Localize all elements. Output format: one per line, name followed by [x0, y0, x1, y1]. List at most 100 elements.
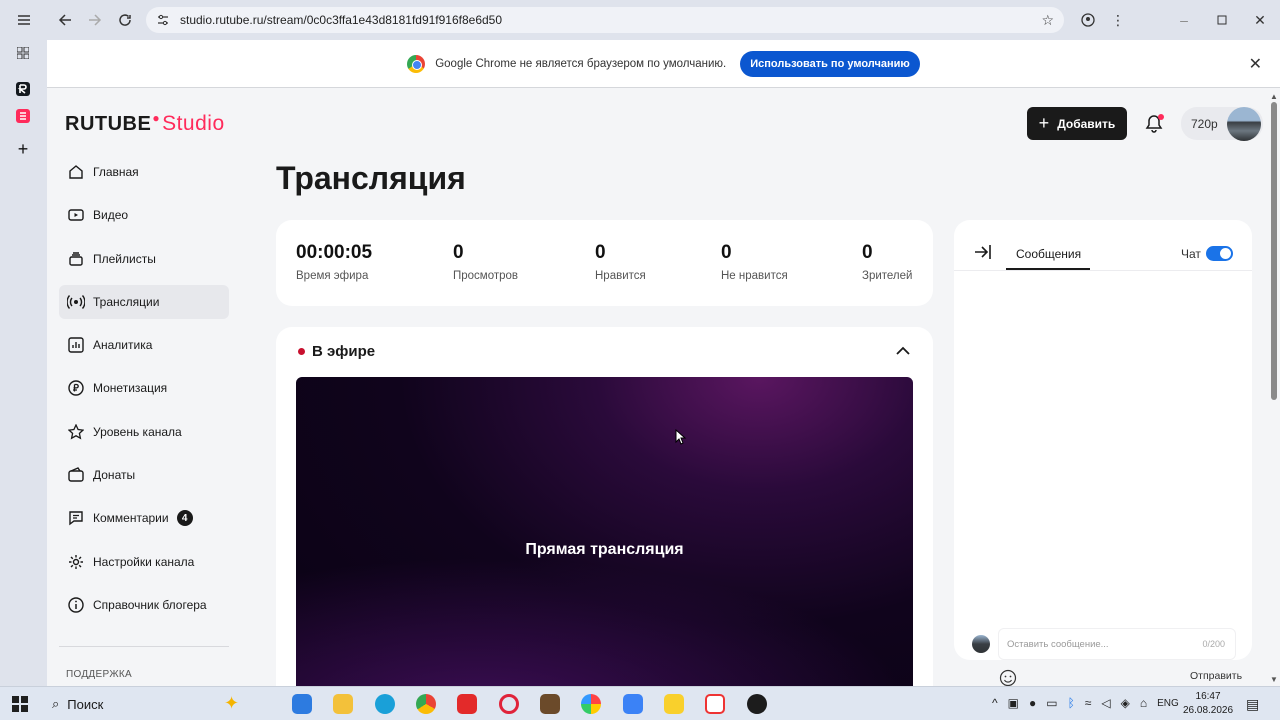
emoji-icon[interactable]	[998, 668, 1018, 686]
scroll-down-arrow-icon[interactable]: ▼	[1270, 675, 1278, 684]
site-settings-icon[interactable]	[154, 11, 172, 29]
volume-icon[interactable]: ◁	[1101, 696, 1110, 710]
stat-value: 0	[453, 242, 464, 263]
message-input-placeholder: Оставить сообщение...	[1007, 639, 1109, 650]
url-text[interactable]: studio.rutube.ru/stream/0c0c3ffa1e43d818…	[180, 13, 502, 27]
collapse-panel-icon[interactable]	[974, 244, 992, 260]
taskbar-clock[interactable]: 16:47 26.08.2026	[1183, 690, 1233, 718]
page: Google Chrome не является браузером по у…	[47, 40, 1280, 686]
stat-value: 00:00:05	[296, 242, 373, 263]
sidebar-item-monetization[interactable]: Монетизация	[59, 371, 229, 405]
bluetooth-icon[interactable]: ᛒ	[1068, 696, 1075, 710]
forward-icon[interactable]	[83, 8, 107, 32]
support-heading: ПОДДЕРЖКА	[66, 669, 132, 680]
add-button[interactable]: + Добавить	[1027, 107, 1127, 140]
copilot-sparkle-icon[interactable]: ✦	[224, 693, 239, 714]
edge-app-icon[interactable]	[375, 694, 395, 714]
live-heading: В эфире	[312, 343, 376, 360]
chat-header-divider	[954, 270, 1252, 271]
outlook-app-icon[interactable]	[292, 694, 312, 714]
sidebar-item-analytics[interactable]: Аналитика	[59, 328, 229, 362]
page-scrollbar[interactable]: ▲ ▼	[1268, 88, 1280, 686]
apps-grid-icon[interactable]	[12, 42, 34, 64]
tray-chevron-up-icon[interactable]: ^	[992, 696, 998, 710]
notifications-bell-icon[interactable]	[1143, 112, 1165, 136]
stat-label: Просмотров	[453, 270, 519, 282]
notification-center-icon[interactable]: ▤	[1246, 696, 1259, 713]
stat-views: 0 Просмотров	[453, 242, 518, 282]
sidebar-item-channel-level[interactable]: Уровень канала	[59, 415, 229, 449]
store-app-icon[interactable]	[623, 694, 643, 714]
reload-icon[interactable]	[113, 8, 137, 32]
sidebar-item-donations[interactable]: Донаты	[59, 458, 229, 492]
chat-toggle[interactable]	[1206, 246, 1233, 261]
profile-icon[interactable]	[1076, 8, 1100, 32]
chrome-app-icon[interactable]	[416, 694, 436, 714]
search-icon: ⌕	[52, 696, 60, 711]
windows-start-icon[interactable]	[12, 696, 28, 712]
rutube-app-icon[interactable]	[12, 78, 34, 100]
sidebar-item-blogger-guide[interactable]: Справочник блогера	[59, 588, 229, 622]
chat-panel: Сообщения Чат Оставить сообщение... 0/20…	[954, 220, 1252, 660]
chevron-up-icon[interactable]	[895, 345, 911, 357]
tab-list-icon[interactable]	[12, 8, 36, 32]
video-player[interactable]: Прямая трансляция	[296, 377, 913, 686]
char-counter: 0/200	[1202, 639, 1225, 649]
address-bar[interactable]: studio.rutube.ru/stream/0c0c3ffa1e43d818…	[146, 7, 1064, 33]
sidebar-item-home[interactable]: Главная	[59, 155, 229, 189]
back-icon[interactable]	[53, 8, 77, 32]
scroll-thumb[interactable]	[1271, 102, 1277, 400]
color-app-icon[interactable]	[581, 694, 601, 714]
sidebar-item-label: Комментарии	[93, 511, 169, 526]
battery-icon[interactable]: ▭	[1046, 696, 1057, 710]
network-icon[interactable]: ⌂	[1140, 696, 1147, 710]
system-tray: ^ ▣ ● ▭ ᛒ ≈ ◁ ◈ ⌂ ENG	[992, 696, 1179, 710]
message-input[interactable]: Оставить сообщение... 0/200	[998, 628, 1236, 660]
tray-app-icon[interactable]: ▣	[1008, 696, 1019, 710]
sidebar-item-channel-settings[interactable]: Настройки канала	[59, 545, 229, 579]
language-indicator[interactable]: ENG	[1157, 698, 1179, 709]
taskbar-search[interactable]: ⌕ Поиск	[52, 696, 103, 712]
microphone-icon[interactable]: ●	[1029, 696, 1036, 710]
sidebar-item-label: Донаты	[93, 468, 136, 483]
notification-dot	[1158, 114, 1164, 120]
trading-app-icon[interactable]	[664, 694, 684, 714]
set-default-button[interactable]: Использовать по умолчанию	[740, 50, 920, 77]
player-label: Прямая трансляция	[525, 541, 684, 558]
rutube-studio-app-icon[interactable]	[12, 105, 34, 127]
logo-brand: RUTUBE	[65, 113, 152, 135]
obs-app-icon[interactable]	[747, 694, 767, 714]
sidebar-item-label: Главная	[93, 165, 139, 179]
add-app-icon[interactable]: +	[12, 138, 34, 160]
comment-icon	[67, 509, 85, 527]
minimize-icon[interactable]: –	[1172, 8, 1196, 32]
avatar[interactable]	[1227, 107, 1261, 141]
minecraft-app-icon[interactable]	[540, 694, 560, 714]
maximize-icon[interactable]	[1210, 8, 1234, 32]
sidebar-item-video[interactable]: Видео	[59, 198, 229, 232]
rutube-studio-logo[interactable]: RUTUBE ● Studio	[65, 111, 225, 136]
wifi-icon[interactable]: ≈	[1085, 696, 1092, 710]
send-button[interactable]: Отправить	[1190, 670, 1242, 682]
opera-app-icon[interactable]	[499, 694, 519, 714]
infobar-close-icon[interactable]: ✕	[1249, 54, 1262, 74]
stat-label: Нравится	[595, 270, 646, 282]
yandex-browser-icon[interactable]	[705, 694, 725, 714]
stat-label: Время эфира	[296, 270, 369, 282]
yandex-app-icon[interactable]	[457, 694, 477, 714]
sidebar-item-broadcasts[interactable]: Трансляции	[59, 284, 229, 319]
tab-messages[interactable]: Сообщения	[1016, 247, 1081, 261]
kebab-menu-icon[interactable]: ⋮	[1106, 8, 1130, 32]
sidebar-item-playlists[interactable]: Плейлисты	[59, 242, 229, 276]
video-icon	[67, 206, 85, 224]
live-header[interactable]: В эфире	[298, 343, 375, 360]
close-window-icon[interactable]: ✕	[1248, 8, 1272, 32]
sidebar-item-comments[interactable]: Комментарии 4	[59, 501, 229, 535]
scroll-up-arrow-icon[interactable]: ▲	[1270, 92, 1278, 101]
file-explorer-icon[interactable]	[333, 694, 353, 714]
stat-airtime: 00:00:05 Время эфира	[296, 242, 372, 282]
infobar-message: Google Chrome не является браузером по у…	[435, 57, 727, 70]
sidebar-item-label: Видео	[93, 208, 129, 223]
bookmark-star-icon[interactable]: ☆	[1041, 12, 1054, 29]
shield-icon[interactable]: ◈	[1121, 696, 1130, 710]
